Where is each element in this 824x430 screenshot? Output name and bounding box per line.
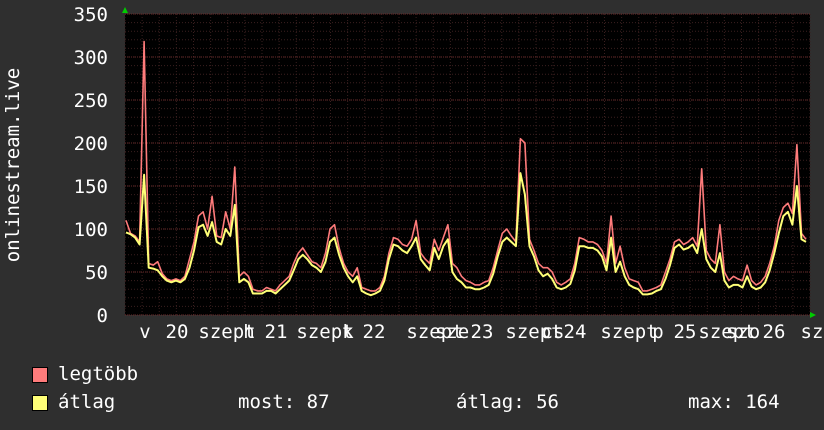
- stat-now-value: 87: [306, 391, 330, 413]
- stat-avg-label: átlag:: [456, 391, 525, 413]
- stat-max-value: 164: [745, 391, 780, 413]
- y-tick-label: 250: [74, 90, 108, 112]
- y-axis-arrow-icon: [122, 7, 128, 13]
- grid: [124, 13, 811, 316]
- x-tick-label: v: [139, 321, 150, 343]
- legend-label-max: legtöbb: [58, 363, 139, 385]
- y-tick-label: 0: [97, 305, 108, 327]
- x-tick-label: 25: [674, 321, 697, 343]
- x-ticks: v 20 szepth 21 szeptk 22 szeptsze 23 szeptcs 24 sz…: [139, 321, 823, 343]
- legend-label-avg: átlag: [58, 391, 116, 413]
- stat-avg: átlag: 56: [456, 391, 559, 413]
- y-tick-label: 100: [74, 219, 108, 241]
- y-tick-label: 350: [74, 4, 108, 26]
- stat-now-label: most:: [238, 391, 296, 413]
- x-tick-label: h: [243, 321, 254, 343]
- x-tick-label: cs: [542, 321, 565, 343]
- x-tick-label: szept: [600, 321, 657, 343]
- stat-avg-value: 56: [536, 391, 559, 413]
- x-tick-label: k: [342, 321, 354, 343]
- x-tick-label: szo: [726, 321, 760, 343]
- stat-now: most: 87: [238, 391, 330, 413]
- x-tick-label: sz: [801, 321, 824, 343]
- y-tick-label: 150: [74, 176, 108, 198]
- x-tick-label: 21: [265, 321, 288, 343]
- x-tick-label: sze: [435, 321, 469, 343]
- x-tick-label: 26: [763, 321, 786, 343]
- y-axis-label: onlinestream.live: [2, 68, 24, 262]
- legend-swatch-max: [32, 367, 48, 383]
- x-axis-arrow-icon: [810, 312, 816, 318]
- y-tick-label: 50: [85, 262, 108, 284]
- y-tick-label: 200: [74, 133, 108, 155]
- x-tick-label: 24: [564, 321, 587, 343]
- stat-max-label: max:: [688, 391, 734, 413]
- stat-max: max: 164: [688, 391, 780, 413]
- x-tick-label: 23: [471, 321, 494, 343]
- x-tick-label: p: [652, 321, 663, 343]
- legend-swatch-avg: [32, 395, 48, 411]
- x-tick-label: 20: [166, 321, 189, 343]
- y-tick-label: 300: [74, 47, 108, 69]
- x-tick-label: 22: [363, 321, 386, 343]
